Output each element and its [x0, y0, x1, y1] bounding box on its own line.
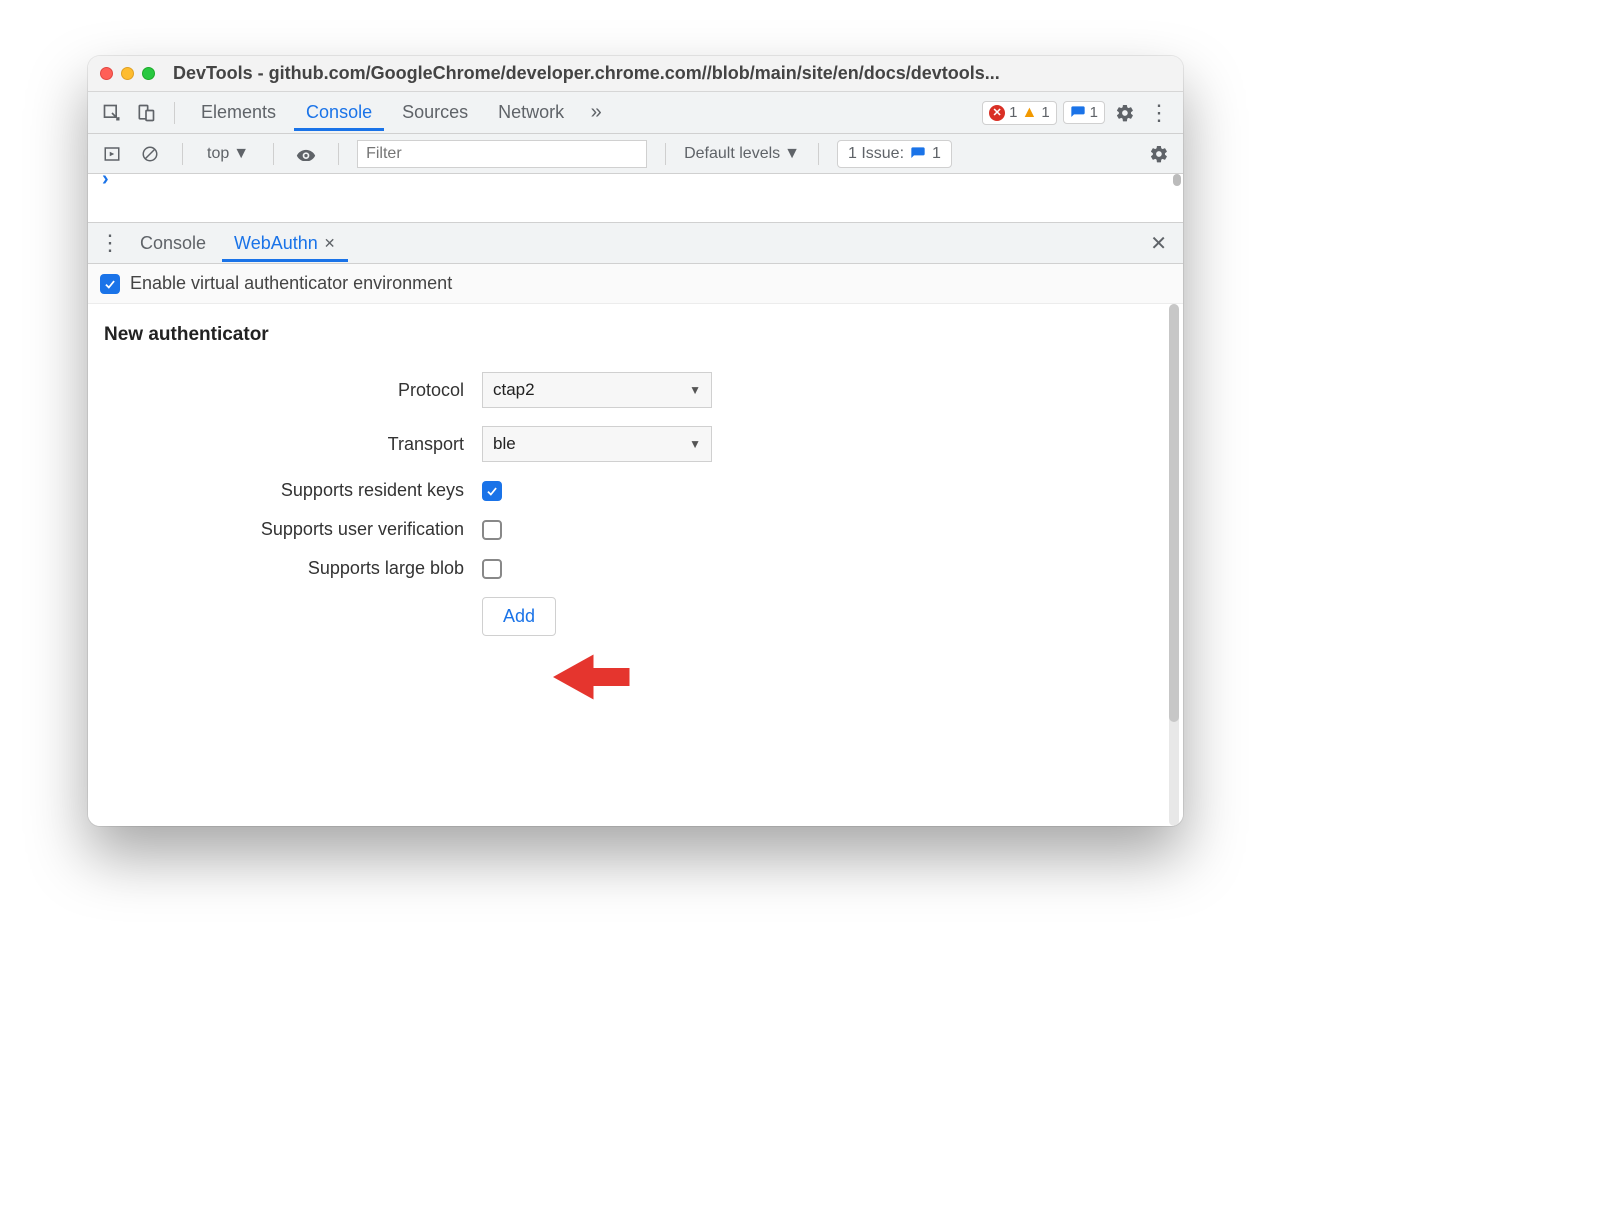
caret-down-icon: ▼: [233, 145, 249, 163]
filter-input[interactable]: [357, 140, 647, 168]
prompt-icon: ›: [102, 168, 109, 191]
divider: [174, 102, 175, 124]
zoom-window-button[interactable]: [142, 67, 155, 80]
console-output[interactable]: ›: [88, 174, 1183, 222]
transport-label: Transport: [104, 434, 482, 455]
console-settings-icon[interactable]: [1145, 140, 1173, 168]
enable-virtual-auth-row: Enable virtual authenticator environment: [88, 264, 1183, 304]
traffic-lights: [100, 67, 155, 80]
window-title: DevTools - github.com/GoogleChrome/devel…: [173, 63, 1171, 84]
device-toggle-icon[interactable]: [132, 99, 160, 127]
error-icon: ✕: [989, 105, 1005, 121]
user-verification-label: Supports user verification: [104, 519, 482, 540]
issues-count: 1: [1090, 104, 1098, 121]
transport-row: Transport ble ▼: [104, 426, 1167, 462]
caret-down-icon: ▼: [784, 145, 800, 163]
section-title: New authenticator: [104, 324, 1167, 346]
issue-icon: [1070, 105, 1086, 121]
large-blob-row: Supports large blob: [104, 558, 1167, 579]
scrollbar-thumb[interactable]: [1173, 174, 1181, 186]
drawer-tab-label: WebAuthn: [234, 233, 318, 254]
toggle-sidebar-icon[interactable]: [98, 140, 126, 168]
console-toolbar: top ▼ Default levels ▼ 1 Issue: 1: [88, 134, 1183, 174]
caret-down-icon: ▼: [689, 437, 701, 451]
resident-keys-checkbox[interactable]: [482, 481, 502, 501]
caret-down-icon: ▼: [689, 383, 701, 397]
drawer-kebab-icon[interactable]: ⋮: [96, 229, 124, 257]
minimize-window-button[interactable]: [121, 67, 134, 80]
protocol-row: Protocol ctap2 ▼: [104, 372, 1167, 408]
inspect-icon[interactable]: [98, 99, 126, 127]
warning-icon: ▲: [1021, 104, 1037, 122]
drawer-close-icon[interactable]: ✕: [1142, 227, 1175, 260]
large-blob-label: Supports large blob: [104, 558, 482, 579]
protocol-select[interactable]: ctap2 ▼: [482, 372, 712, 408]
tab-elements[interactable]: Elements: [189, 94, 288, 131]
add-button-row: Add: [104, 597, 1167, 636]
large-blob-checkbox[interactable]: [482, 559, 502, 579]
user-verification-checkbox[interactable]: [482, 520, 502, 540]
divider: [182, 143, 183, 165]
enable-virtual-auth-label: Enable virtual authenticator environment: [130, 273, 452, 294]
divider: [338, 143, 339, 165]
tab-sources[interactable]: Sources: [390, 94, 480, 131]
issues-chip[interactable]: 1: [1063, 101, 1105, 124]
close-window-button[interactable]: [100, 67, 113, 80]
issues-count: 1: [932, 145, 941, 163]
drawer-tabbar: ⋮ Console WebAuthn ✕ ✕: [88, 222, 1183, 264]
log-levels-selector[interactable]: Default levels ▼: [684, 145, 800, 163]
user-verification-row: Supports user verification: [104, 519, 1167, 540]
error-warning-chip[interactable]: ✕ 1 ▲ 1: [982, 101, 1057, 125]
kebab-menu-icon[interactable]: ⋮: [1145, 99, 1173, 127]
drawer-tab-console[interactable]: Console: [128, 225, 218, 262]
context-label: top: [207, 145, 229, 163]
clear-console-icon[interactable]: [136, 140, 164, 168]
issues-label: 1 Issue:: [848, 145, 904, 163]
tab-console[interactable]: Console: [294, 94, 384, 131]
warning-count: 1: [1041, 104, 1049, 121]
scrollbar-track[interactable]: [1169, 304, 1179, 826]
settings-icon[interactable]: [1111, 99, 1139, 127]
add-button[interactable]: Add: [482, 597, 556, 636]
protocol-value: ctap2: [493, 380, 535, 400]
drawer-tab-webauthn[interactable]: WebAuthn ✕: [222, 225, 347, 262]
tab-network[interactable]: Network: [486, 94, 576, 131]
live-expression-icon[interactable]: [292, 140, 320, 168]
more-tabs-icon[interactable]: »: [582, 99, 610, 127]
divider: [273, 143, 274, 165]
divider: [665, 143, 666, 165]
protocol-label: Protocol: [104, 380, 482, 401]
transport-select[interactable]: ble ▼: [482, 426, 712, 462]
annotation-arrow-icon: [544, 642, 634, 712]
enable-virtual-auth-checkbox[interactable]: [100, 274, 120, 294]
devtools-window: DevTools - github.com/GoogleChrome/devel…: [88, 56, 1183, 826]
levels-label: Default levels: [684, 145, 780, 163]
issues-button[interactable]: 1 Issue: 1: [837, 140, 952, 168]
context-selector[interactable]: top ▼: [201, 143, 255, 165]
resident-keys-row: Supports resident keys: [104, 480, 1167, 501]
window-titlebar: DevTools - github.com/GoogleChrome/devel…: [88, 56, 1183, 92]
main-tabbar: Elements Console Sources Network » ✕ 1 ▲…: [88, 92, 1183, 134]
new-authenticator-form: New authenticator Protocol ctap2 ▼ Trans…: [88, 304, 1183, 826]
error-count: 1: [1009, 104, 1017, 121]
resident-keys-label: Supports resident keys: [104, 480, 482, 501]
scrollbar-thumb[interactable]: [1169, 304, 1179, 722]
issue-icon: [910, 146, 926, 162]
drawer-tab-label: Console: [140, 233, 206, 254]
close-icon[interactable]: ✕: [324, 235, 336, 252]
divider: [818, 143, 819, 165]
transport-value: ble: [493, 434, 516, 454]
